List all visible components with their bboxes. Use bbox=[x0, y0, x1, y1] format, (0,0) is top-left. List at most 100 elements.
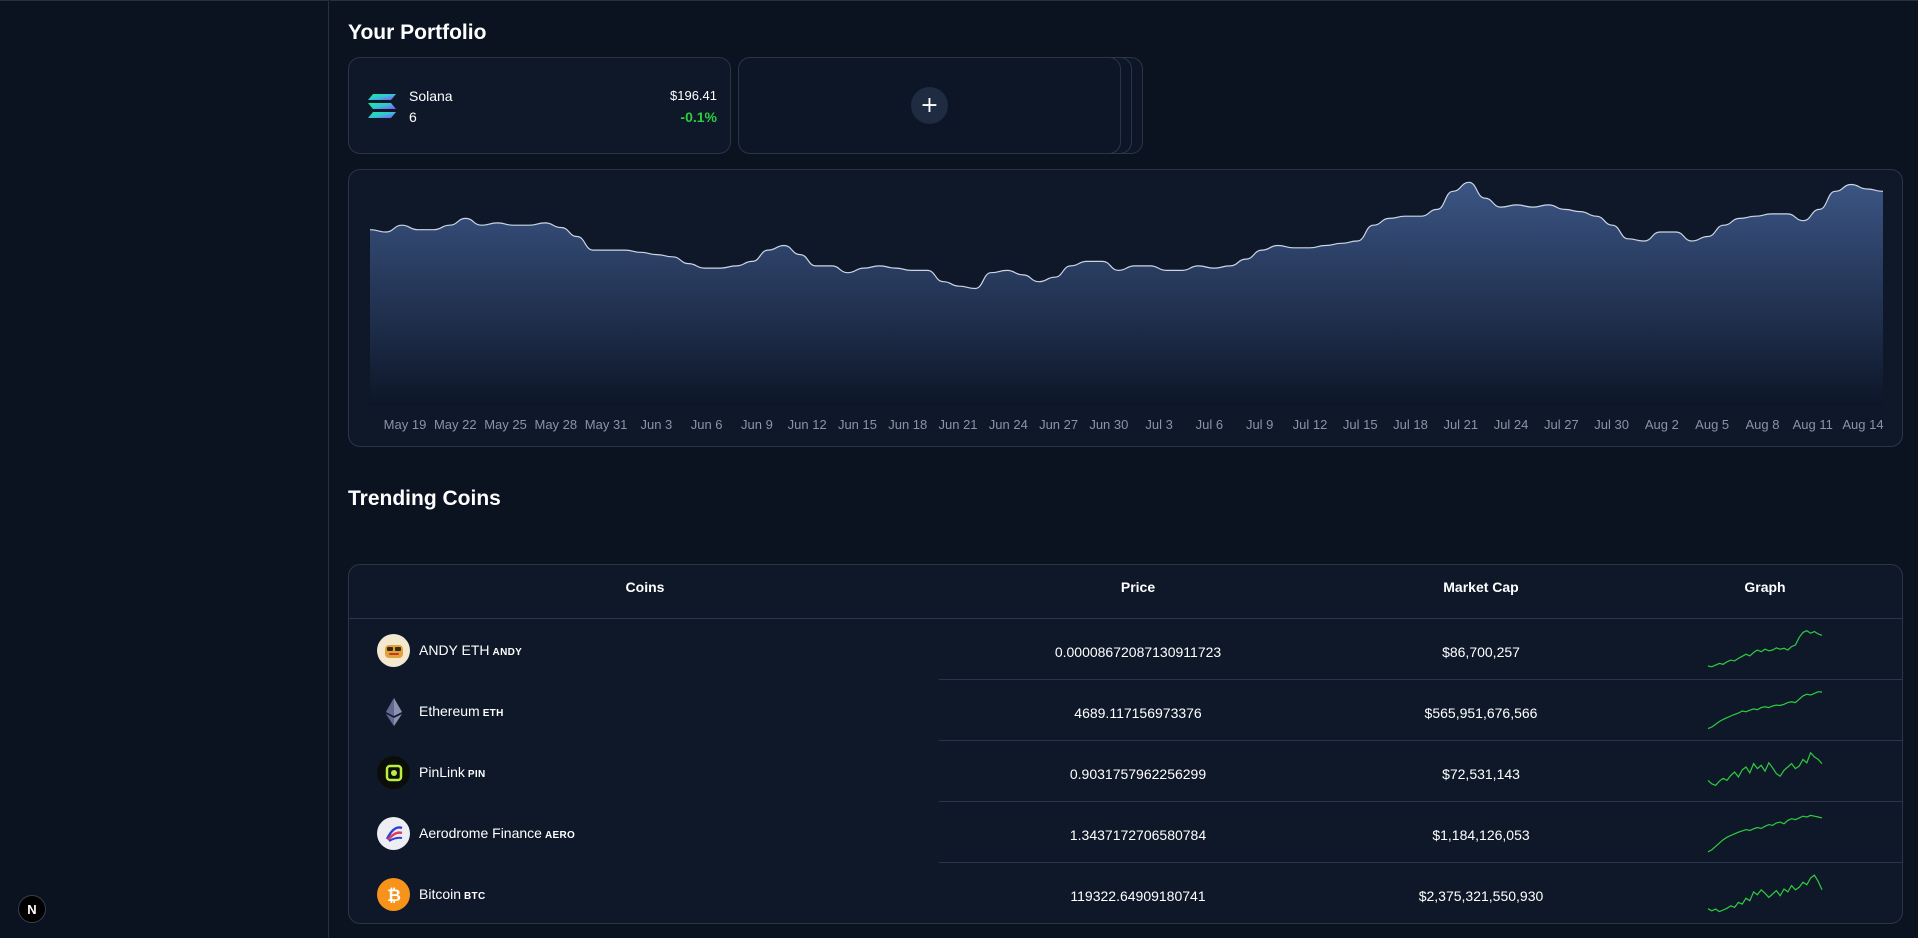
aerodrome-icon bbox=[377, 817, 410, 850]
sparkline-path bbox=[1707, 751, 1823, 787]
table-row[interactable]: Ethereum ETH 4689.117156973376 $565,951,6… bbox=[349, 679, 1902, 740]
asset-price: $196.41 bbox=[670, 88, 717, 103]
coin-sparkline bbox=[1707, 874, 1823, 913]
coin-market-cap: $86,700,257 bbox=[1442, 644, 1520, 660]
portfolio-chart: May 19 May 22 May 25 May 28 May 31 Jun 3 Jun 6… bbox=[348, 169, 1903, 447]
column-header-market-cap[interactable]: Market Cap bbox=[1443, 579, 1518, 595]
add-asset-card[interactable]: + bbox=[738, 57, 1121, 154]
add-asset-button[interactable]: + bbox=[911, 87, 948, 124]
bitcoin-b-icon: ₿ bbox=[387, 886, 401, 906]
x-tick-label: Jun 18 bbox=[888, 417, 927, 432]
table-row[interactable]: Aerodrome Finance AERO 1.3437172706580784… bbox=[349, 801, 1902, 862]
sparkline-path bbox=[1707, 630, 1823, 668]
x-tick-label: Jul 30 bbox=[1594, 417, 1629, 432]
x-tick-label: Jun 15 bbox=[838, 417, 877, 432]
ethereum-diamond-icon bbox=[385, 697, 402, 726]
solana-icon bbox=[368, 94, 396, 118]
coin-price: 119322.64909180741 bbox=[1070, 888, 1206, 904]
coin-symbol: ANDY bbox=[492, 647, 523, 658]
x-tick-label: Jun 30 bbox=[1089, 417, 1128, 432]
chart-area-fill bbox=[370, 182, 1883, 406]
coin-name-text: PinLink bbox=[419, 764, 465, 780]
table-row[interactable]: ₿ Bitcoin BTC 119322.64909180741 $2,375,3… bbox=[349, 862, 1902, 923]
table-row[interactable]: ANDY ETH ANDY 0.00008672087130911723 $86,… bbox=[349, 618, 1902, 679]
andy-logo bbox=[377, 634, 410, 667]
coin-price: 0.00008672087130911723 bbox=[1054, 644, 1222, 660]
coin-name-text: Aerodrome Finance bbox=[419, 825, 542, 841]
coin-market-cap: $72,531,143 bbox=[1442, 766, 1520, 782]
coin-name[interactable]: PinLink PIN bbox=[419, 764, 486, 780]
trending-title: Trending Coins bbox=[348, 487, 501, 510]
coin-symbol: PIN bbox=[467, 769, 486, 780]
coin-name[interactable]: Bitcoin BTC bbox=[419, 886, 485, 902]
x-tick-label: Jul 12 bbox=[1293, 417, 1328, 432]
x-tick-label: Jun 21 bbox=[939, 417, 978, 432]
coin-name[interactable]: Ethereum ETH bbox=[419, 703, 504, 719]
portfolio-title: Your Portfolio bbox=[348, 21, 487, 44]
portfolio-area-chart: May 19 May 22 May 25 May 28 May 31 Jun 3 Jun 6… bbox=[369, 181, 1884, 432]
main-content: Your Portfolio Solana 6 $196.41 -0.1% + bbox=[330, 0, 1918, 938]
x-tick-label: Jun 24 bbox=[989, 417, 1028, 432]
x-tick-label: Jun 3 bbox=[640, 417, 672, 432]
coin-price: 4689.117156973376 bbox=[1074, 705, 1202, 721]
bitcoin-icon: ₿ bbox=[377, 878, 410, 911]
asset-name: Solana bbox=[409, 88, 453, 104]
x-tick-label: Jun 12 bbox=[788, 417, 827, 432]
table-row[interactable]: PinLink PIN 0.9031757962256299 $72,531,14… bbox=[349, 740, 1902, 801]
sparkline-path bbox=[1707, 874, 1823, 913]
coin-market-cap: $565,951,676,566 bbox=[1424, 705, 1538, 721]
x-tick-label: Jul 24 bbox=[1494, 417, 1529, 432]
svg-text:₿: ₿ bbox=[387, 886, 401, 906]
coin-name-text: Ethereum bbox=[419, 703, 480, 719]
pinlink-icon bbox=[377, 756, 410, 789]
sidebar: N bbox=[0, 0, 329, 938]
andy-face-icon bbox=[384, 644, 403, 658]
coin-name-text: ANDY ETH bbox=[419, 642, 490, 658]
x-tick-label: Jul 15 bbox=[1343, 417, 1378, 432]
column-header-graph[interactable]: Graph bbox=[1744, 579, 1785, 595]
pinlink-glyph-icon bbox=[385, 764, 402, 781]
coin-market-cap: $1,184,126,053 bbox=[1432, 827, 1530, 843]
coin-market-cap: $2,375,321,550,930 bbox=[1418, 888, 1544, 904]
x-tick-label: Jul 18 bbox=[1393, 417, 1428, 432]
nextjs-badge-icon[interactable]: N bbox=[18, 895, 46, 923]
x-tick-label: Jul 3 bbox=[1145, 417, 1172, 432]
portfolio-asset-card[interactable]: Solana 6 $196.41 -0.1% bbox=[348, 57, 731, 154]
column-header-price[interactable]: Price bbox=[1121, 579, 1155, 595]
column-header-coins[interactable]: Coins bbox=[626, 579, 665, 595]
x-tick-label: Jun 9 bbox=[741, 417, 773, 432]
x-tick-label: Jul 6 bbox=[1196, 417, 1223, 432]
ethereum-icon bbox=[377, 695, 410, 728]
x-tick-label: Jun 6 bbox=[691, 417, 723, 432]
coin-sparkline bbox=[1707, 630, 1823, 668]
sparkline-path bbox=[1707, 814, 1823, 853]
asset-quantity: 6 bbox=[409, 109, 417, 125]
coin-price: 0.9031757962256299 bbox=[1069, 766, 1207, 782]
x-tick-label: May 25 bbox=[484, 417, 527, 432]
coin-name[interactable]: ANDY ETH ANDY bbox=[419, 642, 522, 658]
x-tick-label: May 22 bbox=[434, 417, 477, 432]
asset-change: -0.1% bbox=[680, 109, 717, 125]
x-tick-label: May 19 bbox=[384, 417, 427, 432]
x-tick-label: Aug 5 bbox=[1695, 417, 1729, 432]
x-tick-label: Jun 27 bbox=[1039, 417, 1078, 432]
coin-sparkline bbox=[1707, 691, 1823, 730]
coin-name-text: Bitcoin bbox=[419, 886, 462, 902]
coin-sparkline bbox=[1707, 751, 1823, 787]
x-tick-label: Aug 8 bbox=[1745, 417, 1779, 432]
x-tick-label: Aug 2 bbox=[1645, 417, 1679, 432]
add-asset-card-stack: + bbox=[738, 57, 1144, 154]
coin-symbol: BTC bbox=[464, 891, 486, 902]
coin-price: 1.3437172706580784 bbox=[1069, 827, 1207, 843]
x-tick-label: Aug 11 bbox=[1793, 417, 1833, 432]
x-tick-label: Aug 14 bbox=[1842, 417, 1883, 432]
aerodrome-wing-icon bbox=[385, 825, 402, 842]
coin-name[interactable]: Aerodrome Finance AERO bbox=[419, 825, 575, 841]
x-tick-label: May 28 bbox=[535, 417, 578, 432]
x-tick-label: Jul 9 bbox=[1246, 417, 1273, 432]
x-tick-label: May 31 bbox=[585, 417, 628, 432]
coin-symbol: ETH bbox=[482, 708, 504, 719]
x-tick-label: Jul 21 bbox=[1443, 417, 1478, 432]
trending-coins-table: Coins Price Market Cap Graph ANDY ETH AND… bbox=[348, 564, 1903, 924]
coin-symbol: AERO bbox=[544, 830, 576, 841]
